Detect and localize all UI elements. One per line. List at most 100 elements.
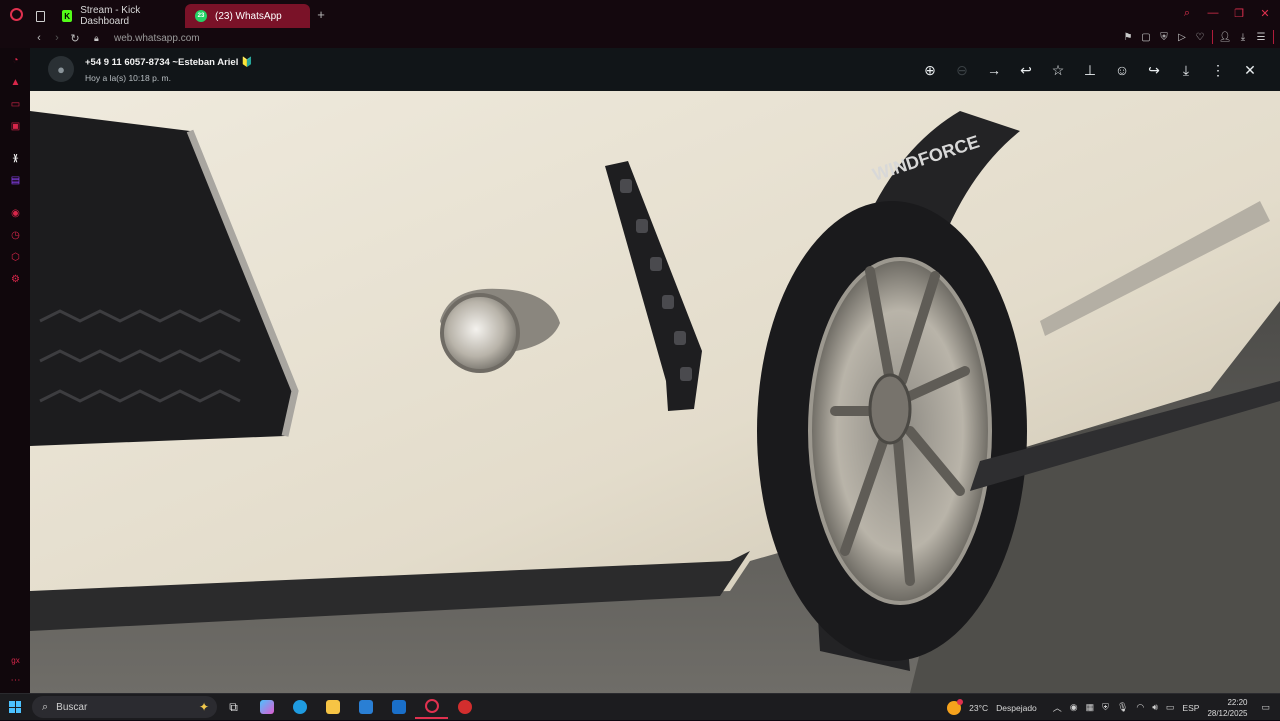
messenger-icon[interactable]: ▭ xyxy=(9,98,22,111)
more-options-icon[interactable]: ⋮ xyxy=(1202,59,1234,81)
gx-control-icon[interactable]: gx xyxy=(9,654,22,667)
chevron-up-icon[interactable]: ︿ xyxy=(1053,701,1062,714)
media-viewer-header: ● +54 9 11 6057-8734 ~Esteban Ariel 🔰 Ho… xyxy=(30,48,1280,91)
task-view-button[interactable]: ⧉ xyxy=(217,695,250,719)
media-image[interactable]: WINDFORCE xyxy=(30,91,1280,693)
folder-icon xyxy=(325,700,340,714)
clock-time: 22:20 xyxy=(1227,697,1248,707)
battery-icon[interactable]: ▭ xyxy=(1166,702,1175,713)
car-photo: WINDFORCE xyxy=(30,91,1280,693)
sender-name[interactable]: +54 9 11 6057-8734 ~Esteban Ariel 🔰 xyxy=(85,57,253,68)
history-icon[interactable]: ◷ xyxy=(9,229,22,242)
search-placeholder: Buscar xyxy=(56,701,88,713)
volume-icon[interactable]: 🔊︎ xyxy=(1152,702,1158,713)
forward-icon[interactable]: ↪ xyxy=(1138,59,1170,81)
pin-icon[interactable]: ⊥ xyxy=(1074,59,1106,81)
crypto-wallet-icon[interactable]: ▲ xyxy=(9,76,22,89)
url-field[interactable]: web.whatsapp.com xyxy=(114,33,200,44)
weather-text[interactable]: Despejado xyxy=(996,703,1037,713)
reply-icon[interactable]: ↩ xyxy=(1010,59,1042,81)
twitch-icon[interactable]: ▤ xyxy=(9,174,22,187)
snapshot-icon[interactable]: ▢ xyxy=(1140,30,1152,44)
address-bar: ‹ › ↻ 🔒︎ web.whatsapp.com ⚑ ▢ ⛨ ▷ ♡ 👤︎ ⤓… xyxy=(0,28,1280,48)
music-player-icon[interactable]: ◉ xyxy=(9,207,22,220)
reload-icon[interactable]: ↻ xyxy=(66,32,84,45)
weather-temp[interactable]: 23°C xyxy=(969,703,988,713)
tab-whatsapp[interactable]: 23 (23) WhatsApp xyxy=(185,4,310,28)
zoom-out-icon[interactable]: ⊖ xyxy=(946,59,978,81)
outlook-button[interactable] xyxy=(382,695,415,719)
tab-blank[interactable] xyxy=(32,4,52,28)
weather-sun-icon[interactable] xyxy=(947,698,964,715)
gmail-icon[interactable]: ▣ xyxy=(9,120,22,133)
network-app-icon[interactable]: ▦ xyxy=(1086,702,1095,713)
clock-date: 28/12/2025 xyxy=(1207,708,1248,718)
whatsapp-logo-icon: 23 xyxy=(195,10,207,22)
search-tabs-icon[interactable]: ⌕ xyxy=(1180,6,1194,20)
aria-icon[interactable]: ◔ xyxy=(9,54,22,67)
avatar[interactable]: ● xyxy=(48,56,74,82)
taskbar-search[interactable]: ⌕ Buscar ✦ xyxy=(32,696,217,718)
record-icon[interactable]: ◉ xyxy=(1070,702,1078,713)
windows-logo-icon xyxy=(9,701,21,713)
maximize-icon[interactable]: ❐ xyxy=(1232,6,1246,20)
tab-label: (23) WhatsApp xyxy=(215,10,282,22)
star-icon[interactable]: ☆ xyxy=(1042,59,1074,81)
more-sidebar-icon[interactable]: ⋯ xyxy=(9,674,22,687)
kick-sidebar-icon[interactable]: ᚕ xyxy=(9,152,22,165)
close-icon[interactable]: ✕ xyxy=(1234,59,1266,81)
kick-logo-icon: K xyxy=(62,10,73,22)
tab-label: Stream - Kick Dashboard xyxy=(80,5,141,27)
settings-icon[interactable]: ⚙ xyxy=(9,273,22,286)
back-icon[interactable]: ‹ xyxy=(30,32,48,44)
microphone-icon[interactable]: 🎙︎ xyxy=(1117,702,1128,713)
profile-icon[interactable]: 👤︎ xyxy=(1219,30,1232,44)
wifi-icon[interactable]: ◠ xyxy=(1136,702,1144,713)
rim-hub xyxy=(868,373,912,445)
viewer-actions: ⊕ ⊖ → ↩ ☆ ⊥ ☺ ↪ ⤓ ⋮ ✕ xyxy=(914,59,1266,81)
downloads-icon[interactable]: ⤓ xyxy=(1237,30,1249,44)
notifications-icon[interactable]: ▭ xyxy=(1261,702,1270,713)
document-icon xyxy=(36,10,45,22)
heart-icon[interactable]: ♡ xyxy=(1194,30,1206,44)
system-tray: 23°C Despejado ︿ ◉ ▦ ⛨ 🎙︎ ◠ 🔊︎ ▭ ESP 22:… xyxy=(947,694,1280,721)
app-button[interactable] xyxy=(448,695,481,719)
input-language[interactable]: ESP xyxy=(1182,703,1199,713)
store-button[interactable] xyxy=(349,695,382,719)
bookmark-icon[interactable]: ⚑ xyxy=(1122,30,1134,44)
close-window-icon[interactable]: ✕ xyxy=(1258,6,1272,20)
opera-gx-button[interactable] xyxy=(415,695,448,719)
task-view-icon: ⧉ xyxy=(229,699,238,714)
new-tab-button[interactable]: + xyxy=(312,5,330,23)
minimize-icon[interactable]: — xyxy=(1206,6,1220,20)
lock-icon[interactable]: 🔒︎ xyxy=(94,33,106,44)
forward-icon[interactable]: › xyxy=(48,32,66,44)
play-icon[interactable]: ▷ xyxy=(1176,30,1188,44)
window-controls: ⌕ — ❐ ✕ xyxy=(1180,6,1272,20)
opera-sidebar: ◔ ▲ ▭ ▣ ᚕ ▤ ◉ ◷ ⬡ ⚙ gx ⋯ xyxy=(0,48,30,693)
download-icon[interactable]: ⤓ xyxy=(1170,59,1202,81)
go-to-message-icon[interactable]: → xyxy=(978,59,1010,81)
browser-tab-bar: K Stream - Kick Dashboard 23 (23) WhatsA… xyxy=(0,0,1280,28)
react-emoji-icon[interactable]: ☺ xyxy=(1106,59,1138,81)
start-button[interactable] xyxy=(0,701,30,713)
easy-setup-icon[interactable]: ☰ xyxy=(1255,30,1267,44)
zoom-in-icon[interactable]: ⊕ xyxy=(914,59,946,81)
user-silhouette-icon: ● xyxy=(57,61,65,77)
browser-toolbar-right: ⚑ ▢ ⛨ ▷ ♡ 👤︎ ⤓ ☰ xyxy=(1122,30,1274,44)
file-explorer-button[interactable] xyxy=(316,695,349,719)
search-icon: ⌕ xyxy=(42,700,49,713)
tab-kick-dashboard[interactable]: K Stream - Kick Dashboard xyxy=(52,4,185,28)
shield-icon[interactable]: ⛨ xyxy=(1158,30,1170,44)
toolbar-divider xyxy=(1273,30,1274,44)
windows-taskbar: ⌕ Buscar ✦ ⧉ 23°C Despejado ︿ ◉ ▦ ⛨ 🎙︎ ◠… xyxy=(0,693,1280,720)
clock[interactable]: 22:20 28/12/2025 xyxy=(1207,697,1247,719)
vpn-icon[interactable]: ⛨ xyxy=(1102,702,1109,713)
copilot-button[interactable] xyxy=(250,695,283,719)
opera-menu-button[interactable] xyxy=(0,0,32,28)
extensions-icon[interactable]: ⬡ xyxy=(9,251,22,264)
edge-button[interactable] xyxy=(283,695,316,719)
store-icon xyxy=(358,700,373,714)
app-icon xyxy=(457,700,472,714)
toolbar-divider xyxy=(1212,30,1213,44)
